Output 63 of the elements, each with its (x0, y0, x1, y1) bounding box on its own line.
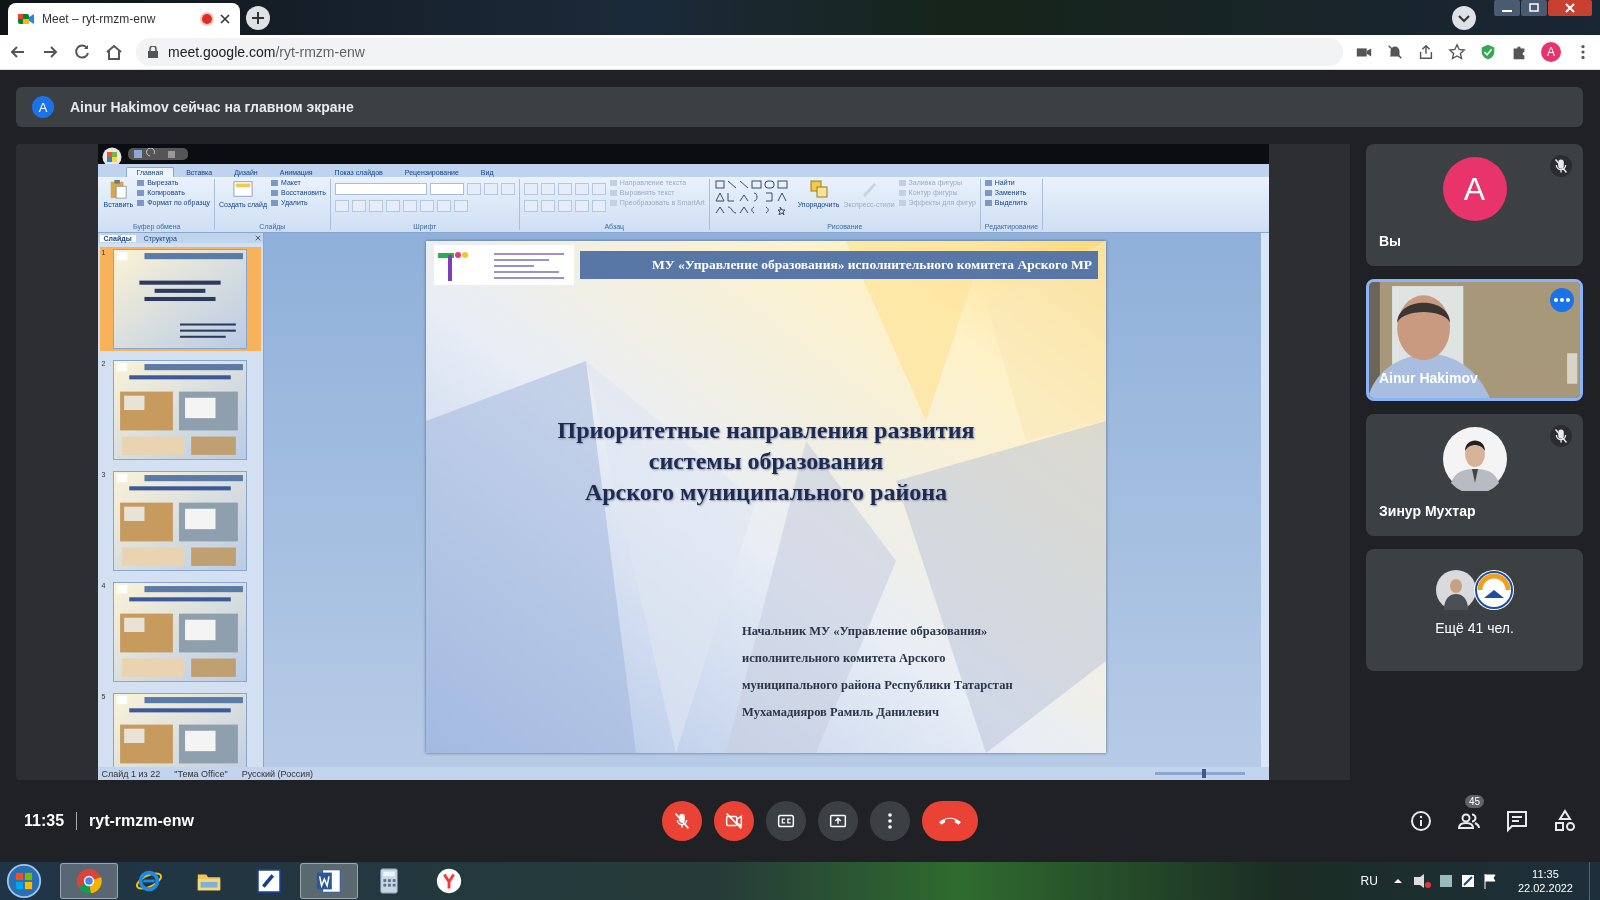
banner-text: Ainur Hakimov сейчас на главном экране (70, 99, 354, 115)
avatar: A (1442, 157, 1507, 221)
camera-icon (18, 12, 34, 26)
slide-title: Приоритетные направления развития системы образования Арского муниципального района (556, 416, 976, 507)
word-taskbar-button[interactable] (300, 863, 358, 899)
maximize-icon[interactable] (1521, 0, 1547, 16)
phone-icon (939, 816, 961, 826)
meeting-code: ryt-rmzm-enw (89, 812, 194, 830)
lock-icon (148, 46, 158, 58)
shield-icon[interactable] (1479, 43, 1497, 61)
participant-name: Ещё 41 чел. (1434, 619, 1515, 636)
captions-button[interactable] (766, 801, 806, 841)
slide-icon (232, 179, 253, 199)
zoom-slider[interactable] (1154, 772, 1245, 775)
profile-avatar[interactable]: A (1541, 42, 1561, 62)
info-icon[interactable] (1409, 809, 1433, 833)
more-options-button[interactable] (1550, 288, 1574, 312)
participant-name: Вы (1378, 232, 1403, 249)
slider-thumb[interactable] (1202, 769, 1206, 778)
participant-name: Ainur Hakimov (1379, 370, 1478, 386)
quick-access-toolbar[interactable] (127, 148, 188, 160)
pen-icon (255, 867, 283, 895)
camera-button[interactable] (714, 801, 754, 841)
avatar: A (32, 96, 54, 118)
address-field[interactable]: meet.google.com/ryt-rmzm-enw (136, 38, 1343, 66)
activities-icon[interactable] (1553, 809, 1577, 833)
status-text: Слайд 1 из 22 (101, 768, 161, 779)
document-icon (315, 867, 343, 895)
status-text: "Тема Office" (174, 768, 228, 779)
y-logo-icon (435, 867, 463, 895)
more-button[interactable] (870, 801, 910, 841)
share-icon[interactable] (1417, 43, 1435, 61)
more-icon (888, 813, 892, 829)
start-button[interactable] (6, 863, 42, 899)
minimize-icon[interactable] (1494, 0, 1520, 16)
reload-icon[interactable] (72, 42, 92, 62)
clipboard-icon (108, 179, 129, 199)
chrome-taskbar-button[interactable] (60, 863, 118, 899)
meeting-time: 11:35 (24, 812, 65, 830)
language-indicator[interactable]: RU (1360, 874, 1378, 888)
clock[interactable]: 11:35 22.02.2022 (1517, 867, 1573, 895)
bell-off-icon[interactable] (1386, 43, 1404, 61)
tab-title: Meet – ryt-rmzm-enw (42, 12, 157, 26)
browser-icon (75, 867, 103, 895)
emblem-icon (1473, 570, 1514, 610)
mic-button[interactable] (662, 801, 702, 841)
present-button[interactable] (818, 801, 858, 841)
status-text: Русский (Россия) (241, 768, 314, 779)
scrollbar[interactable] (1260, 233, 1269, 767)
new-tab-button[interactable] (246, 5, 270, 30)
star-icon[interactable] (1448, 43, 1466, 61)
participant-name: Зинур Мухтар (1378, 502, 1477, 519)
count-badge: 45 (1465, 795, 1485, 808)
slide-author: Начальник МУ «Управление образования» исполнительного комитета Арского муниципального района Республики Татарстан Мухамадияров Рамиль Данилевич (742, 623, 1014, 721)
browser-tab[interactable]: Meet – ryt-rmzm-enw (8, 3, 240, 35)
chat-icon[interactable] (1505, 809, 1529, 833)
arrange-icon (808, 179, 829, 199)
camera-off-icon (723, 810, 745, 832)
leave-button[interactable] (922, 801, 978, 841)
caret-icon[interactable] (1452, 5, 1476, 30)
home-icon[interactable] (104, 42, 124, 62)
slide-header: МУ «Управление образования» исполнительного комитета Арского МР (580, 251, 1098, 279)
close-icon[interactable] (220, 14, 230, 24)
